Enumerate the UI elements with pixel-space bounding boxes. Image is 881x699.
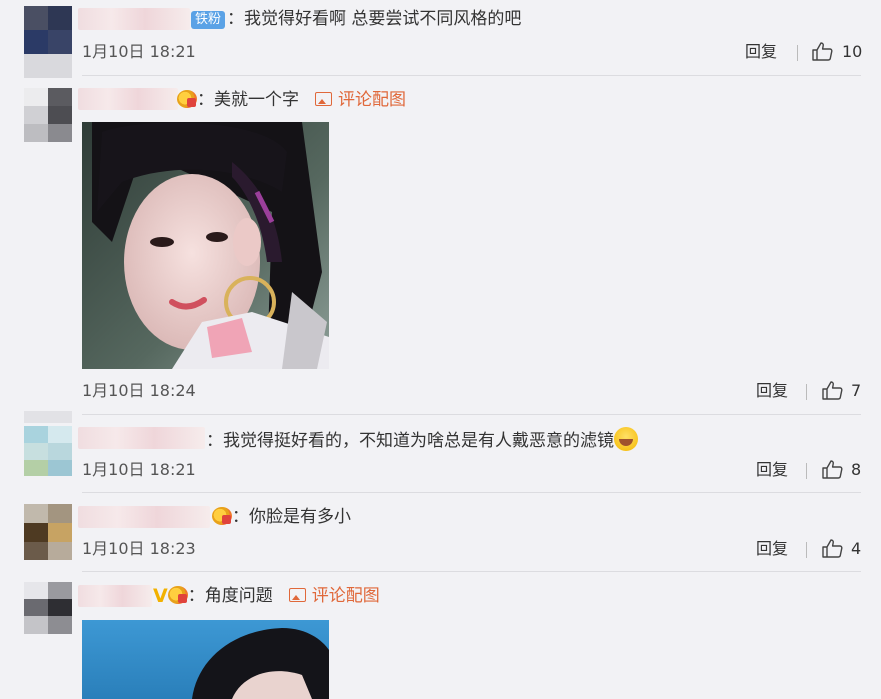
comment-image-link[interactable]: 评论配图 bbox=[315, 90, 406, 110]
divider bbox=[806, 542, 807, 558]
comment-image-link[interactable]: 评论配图 bbox=[288, 586, 380, 606]
thumbs-up-icon[interactable] bbox=[822, 538, 844, 558]
username[interactable] bbox=[78, 427, 205, 449]
comment-divider bbox=[82, 492, 861, 493]
divider bbox=[806, 384, 807, 400]
comment-divider bbox=[82, 571, 861, 572]
laughing-emoji-icon bbox=[614, 427, 638, 451]
comment-photo[interactable] bbox=[82, 122, 329, 369]
username[interactable] bbox=[78, 8, 190, 30]
comment-divider bbox=[82, 75, 861, 76]
vip-crown-icon bbox=[167, 586, 188, 604]
like-count: 8 bbox=[851, 460, 862, 479]
comment-time: 1月10日 18:21 bbox=[82, 460, 196, 479]
thumbs-up-icon[interactable] bbox=[812, 41, 834, 61]
comment-body: 铁粉 ：我觉得好看啊 总要尝试不同风格的吧 bbox=[191, 8, 521, 30]
comment-image-label: 评论配图 bbox=[338, 90, 406, 110]
reply-button[interactable]: 回复 bbox=[756, 539, 788, 559]
comment-body: V ：角度问题 评论配图 bbox=[153, 585, 380, 607]
thumbs-up-icon[interactable] bbox=[822, 459, 844, 479]
like-count: 7 bbox=[851, 381, 862, 400]
avatar-placeholder bbox=[24, 411, 72, 423]
verified-v-icon: V bbox=[153, 585, 168, 607]
comment-text: ：你脸是有多小 bbox=[232, 507, 351, 527]
portrait-image bbox=[82, 620, 329, 699]
username[interactable] bbox=[78, 88, 178, 110]
comment-time: 1月10日 18:21 bbox=[82, 42, 196, 61]
like-count: 10 bbox=[842, 42, 863, 61]
fan-badge[interactable]: 铁粉 bbox=[191, 11, 226, 29]
comment-divider bbox=[82, 414, 861, 415]
comment-time: 1月10日 18:24 bbox=[82, 381, 196, 400]
comment-text: ：角度问题 bbox=[187, 586, 273, 606]
avatar[interactable] bbox=[24, 6, 72, 78]
comment-body: ：我觉得挺好看的，不知道为啥总是有人戴恶意的滤镜 bbox=[206, 427, 638, 452]
avatar[interactable] bbox=[24, 504, 72, 560]
reply-button[interactable]: 回复 bbox=[756, 381, 788, 401]
like-count: 4 bbox=[851, 539, 862, 558]
comment-text: ：美就一个字 bbox=[197, 90, 299, 110]
avatar[interactable] bbox=[24, 582, 72, 634]
comment-text: ：我觉得挺好看的，不知道为啥总是有人戴恶意的滤镜 bbox=[206, 431, 614, 451]
reply-button[interactable]: 回复 bbox=[745, 42, 777, 62]
username[interactable] bbox=[78, 506, 210, 528]
reply-button[interactable]: 回复 bbox=[756, 460, 788, 480]
comment-image-label: 评论配图 bbox=[311, 586, 380, 606]
avatar[interactable] bbox=[24, 88, 72, 142]
portrait-image bbox=[82, 122, 329, 369]
avatar[interactable] bbox=[24, 426, 72, 476]
username[interactable] bbox=[78, 585, 152, 607]
image-icon bbox=[315, 92, 332, 106]
vip-crown-icon bbox=[177, 90, 197, 108]
image-icon bbox=[288, 588, 306, 602]
comment-body: ：你脸是有多小 bbox=[212, 506, 351, 528]
comment-body: ：美就一个字 评论配图 bbox=[177, 89, 406, 111]
divider bbox=[806, 463, 807, 479]
divider bbox=[797, 45, 798, 61]
comment-text: ：我觉得好看啊 总要尝试不同风格的吧 bbox=[227, 9, 522, 29]
comment-time: 1月10日 18:23 bbox=[82, 539, 196, 558]
comment-photo[interactable] bbox=[82, 620, 329, 699]
vip-crown-icon bbox=[212, 507, 232, 525]
thumbs-up-icon[interactable] bbox=[822, 380, 844, 400]
